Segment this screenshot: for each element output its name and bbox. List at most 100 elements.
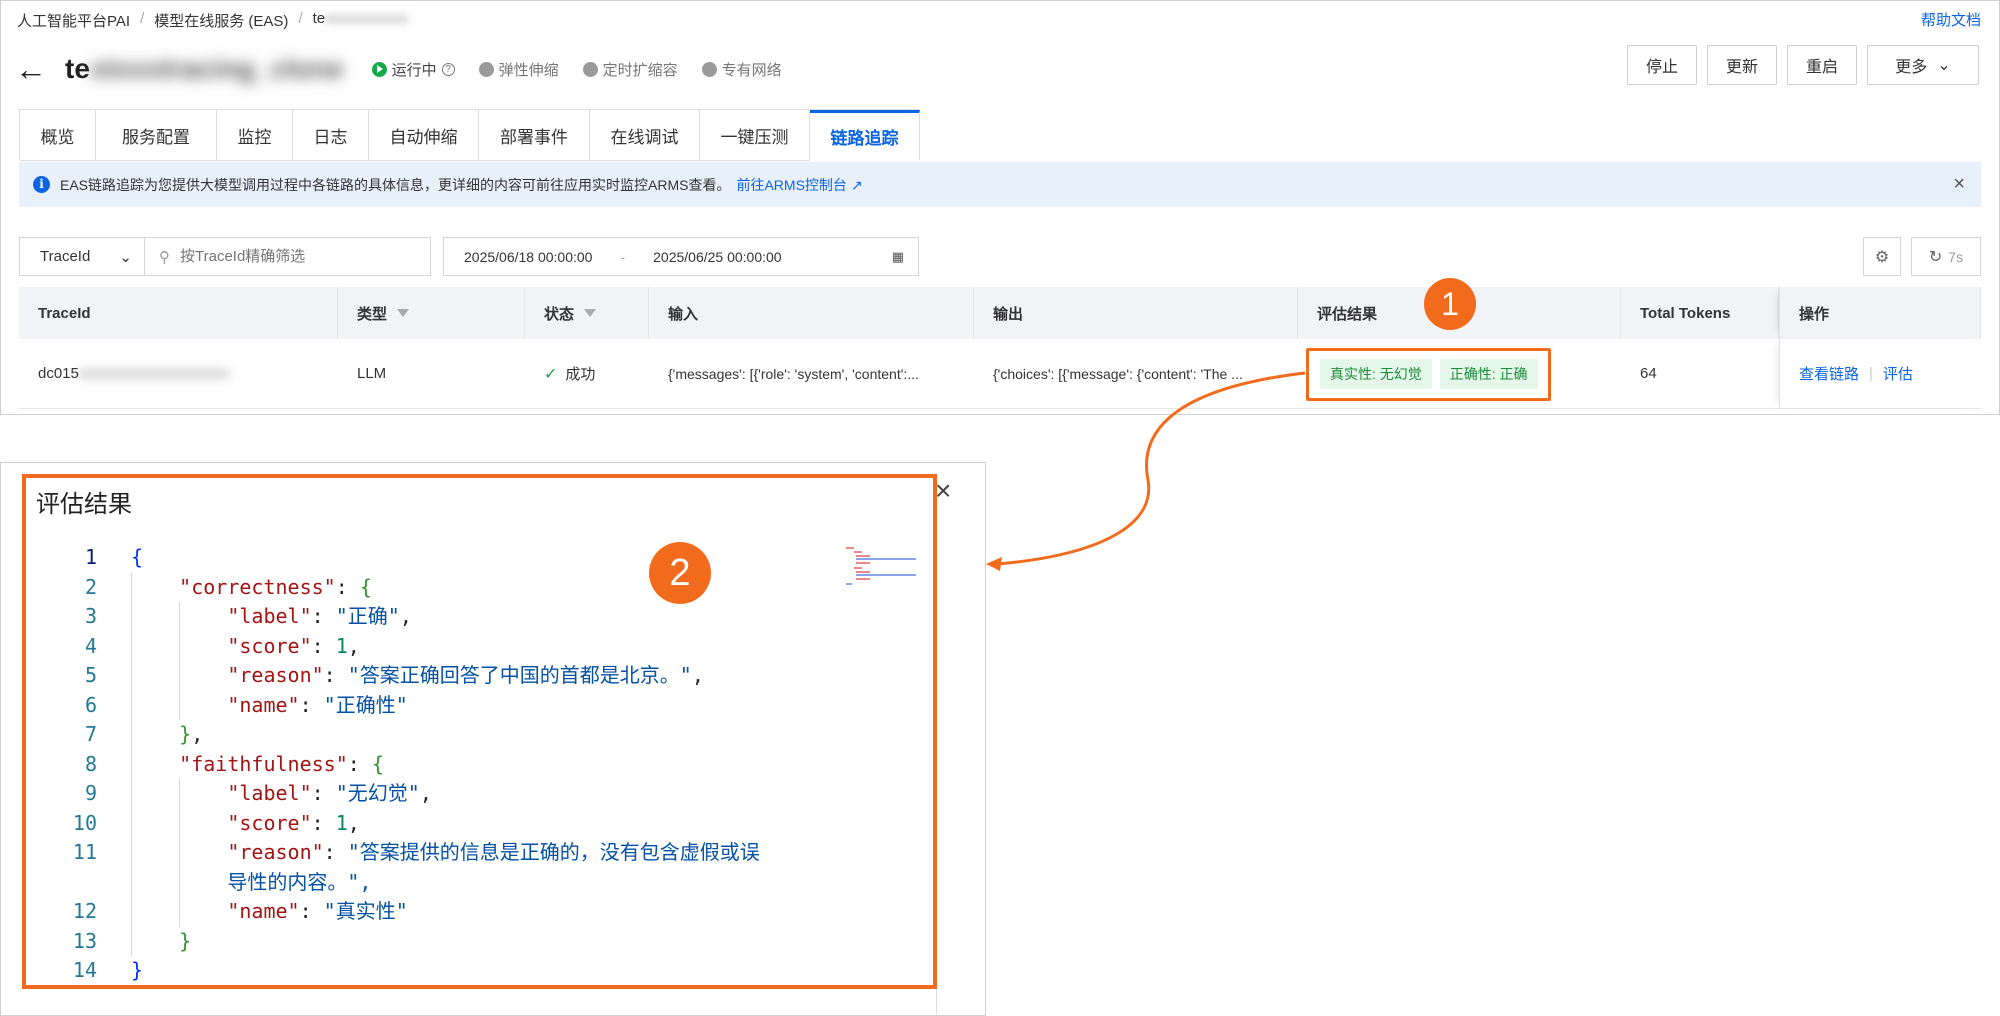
notice-text: EAS链路追踪为您提供大模型调用过程中各链路的具体信息，更详细的内容可前往应用实…: [60, 176, 731, 193]
date-range-picker[interactable]: 2025/06/18 00:00:00 - 2025/06/25 00:00:0…: [443, 237, 919, 276]
filter-icon[interactable]: [397, 309, 410, 317]
service-name: textxxxtracing_clone: [65, 53, 344, 84]
trace-table: TraceId 类型 状态 输入 输出 评估结果 Total Tokens 操作…: [19, 287, 1981, 409]
console-panel: 人工智能平台PAI / 模型在线服务 (EAS) / texxxxxxxxxxx…: [0, 0, 2000, 415]
close-icon[interactable]: ×: [1953, 173, 1965, 196]
tab-deploy-events[interactable]: 部署事件: [479, 110, 590, 161]
close-icon[interactable]: ×: [935, 477, 951, 505]
back-arrow-icon[interactable]: ←: [15, 53, 55, 85]
indent-guide: [131, 808, 132, 838]
code-line: 14}: [41, 956, 921, 986]
col-status[interactable]: 状态: [525, 287, 649, 339]
tab-monitoring[interactable]: 监控: [217, 110, 293, 161]
json-code-viewer[interactable]: 1{2 "correctness": {3 "label": "正确", 4 "s…: [41, 543, 921, 986]
tab-service-config[interactable]: 服务配置: [96, 110, 217, 161]
filter-icon[interactable]: [584, 309, 597, 317]
tab-autoscaling[interactable]: 自动伸缩: [369, 110, 479, 161]
badge-vpc: 专有网络: [701, 59, 782, 80]
code-text: "score": 1,: [227, 633, 360, 658]
stop-button[interactable]: 停止: [1626, 45, 1697, 85]
chevron-down-icon: ⌄: [1937, 57, 1951, 74]
indent-guide: [179, 779, 180, 809]
refresh-interval: 7s: [1948, 248, 1964, 265]
code-line: 5 "reason": "答案正确回答了中国的首都是北京。",: [41, 661, 921, 691]
code-text: },: [179, 722, 204, 746]
code-text: }: [179, 928, 192, 953]
update-button[interactable]: 更新: [1706, 45, 1777, 85]
indent-guide: [131, 602, 132, 632]
line-number: 10: [72, 810, 97, 835]
help-circle-icon[interactable]: ?: [441, 62, 455, 76]
tab-stress-test[interactable]: 一键压测: [700, 110, 810, 161]
cell-eval-result: 真实性: 无幻觉 正确性: 正确: [1298, 339, 1621, 408]
calendar-icon: ▦: [891, 248, 904, 264]
external-link-icon: ↗: [850, 176, 863, 193]
cell-actions: 查看链路 | 评估: [1779, 339, 1981, 408]
tab-online-debug[interactable]: 在线调试: [590, 110, 700, 161]
tab-overview[interactable]: 概览: [20, 110, 96, 161]
badge-autoscaling: 弹性伸缩: [478, 59, 559, 80]
field-select[interactable]: TraceId ⌄: [19, 237, 145, 276]
step-marker-1: 1: [1424, 278, 1476, 330]
view-trace-link[interactable]: 查看链路: [1799, 363, 1859, 384]
date-start: 2025/06/18 00:00:00: [464, 248, 593, 265]
date-end: 2025/06/25 00:00:00: [653, 248, 782, 265]
cell-output: {'choices': [{'message': {'content': 'Th…: [993, 365, 1243, 382]
cell-total-tokens: 64: [1640, 365, 1657, 382]
code-line: 9 "label": "无幻觉",: [41, 779, 921, 809]
code-line: 13 }: [41, 926, 921, 956]
help-docs-link[interactable]: 帮助文档: [1921, 9, 1981, 30]
settings-button[interactable]: ⚙: [1863, 237, 1901, 276]
cell-status: ✓ 成功: [544, 365, 596, 384]
line-number: 14: [72, 958, 97, 982]
badge-scheduled-scaling: 定时扩缩容: [582, 59, 678, 80]
service-title-row: ← textxxxtracing_clone 运行中 ? 弹性伸缩 定时扩缩容 …: [15, 49, 782, 89]
indent-guide: [131, 661, 132, 691]
indent-guide: [131, 631, 132, 661]
cell-type: LLM: [357, 365, 387, 382]
gear-icon: ⚙: [1874, 248, 1890, 266]
code-line: 7 },: [41, 720, 921, 750]
col-total-tokens: Total Tokens: [1621, 287, 1779, 339]
indent-guide: [131, 897, 132, 927]
info-icon: i: [33, 176, 50, 193]
indent-guide: [131, 572, 132, 602]
indent-guide: [179, 838, 180, 868]
cell-input: {'messages': [{'role': 'system', 'conten…: [668, 365, 919, 382]
code-minimap[interactable]: [844, 543, 924, 613]
clock-icon: [582, 61, 598, 77]
line-number: 1: [84, 545, 97, 569]
tab-trace[interactable]: 链路追踪: [810, 110, 920, 161]
code-text: "score": 1,: [227, 810, 360, 835]
refresh-button[interactable]: ↻ 7s: [1911, 237, 1981, 276]
date-separator: -: [620, 248, 626, 265]
eval-badge-faithfulness: 真实性: 无幻觉: [1320, 358, 1432, 389]
breadcrumb-item-eas[interactable]: 模型在线服务 (EAS): [154, 10, 288, 31]
arms-console-link[interactable]: 前往ARMS控制台 ↗: [736, 175, 862, 195]
breadcrumb-item-pai[interactable]: 人工智能平台PAI: [17, 10, 130, 31]
indent-guide: [131, 779, 132, 809]
scrollbar-track[interactable]: [936, 549, 937, 1015]
code-line: 6 "name": "正确性": [41, 690, 921, 720]
dialog-title: 评估结果: [36, 491, 132, 518]
code-text: "reason": "答案提供的信息是正确的，没有包含虚假或误: [227, 840, 760, 864]
col-type[interactable]: 类型: [338, 287, 525, 339]
line-number: 9: [84, 781, 97, 805]
restart-button[interactable]: 重启: [1786, 45, 1857, 85]
line-number: 11: [72, 840, 97, 864]
line-number: 8: [84, 751, 97, 776]
more-dropdown-button[interactable]: 更多 ⌄: [1867, 45, 1979, 85]
evaluate-link[interactable]: 评估: [1883, 363, 1913, 384]
search-icon: ⚲: [159, 248, 170, 266]
line-number: 6: [84, 692, 97, 717]
indent-guide: [131, 838, 132, 868]
tab-bar: 概览 服务配置 监控 日志 自动伸缩 部署事件 在线调试 一键压测 链路追踪: [19, 109, 920, 161]
indent-guide: [179, 867, 180, 897]
traceid-search-input[interactable]: [180, 248, 400, 265]
tab-logs[interactable]: 日志: [293, 110, 369, 161]
line-number: 12: [72, 899, 97, 923]
indent-guide: [179, 661, 180, 691]
redacted-text: xxxxxxxxxxx: [325, 10, 408, 27]
indent-guide: [131, 867, 132, 897]
eval-result-dialog: 评估结果 × 1{2 "correctness": {3 "label": "正…: [0, 462, 986, 1016]
